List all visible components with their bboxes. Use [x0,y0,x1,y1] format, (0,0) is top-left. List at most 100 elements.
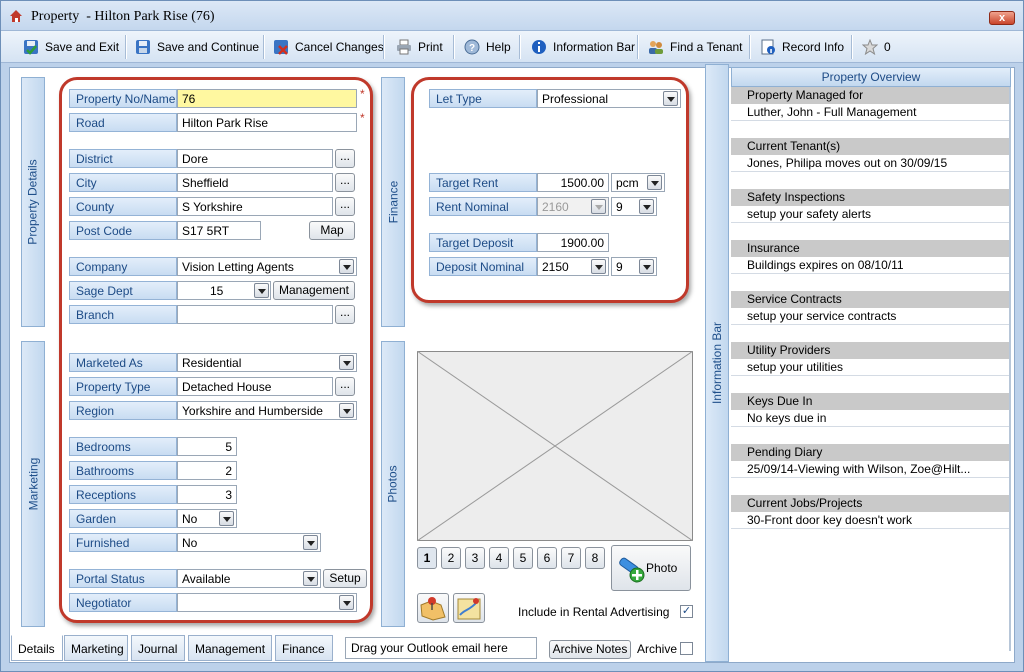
bedrooms-input[interactable]: 5 [177,437,237,456]
marketed-as-select[interactable]: Residential [177,353,357,372]
branch-lookup-button[interactable]: ... [335,305,355,324]
postcode-input[interactable]: S17 5RT [177,221,261,240]
furnished-select[interactable]: No [177,533,321,552]
deposit-nominal-dropdown-icon[interactable] [591,259,606,274]
favourite-button[interactable]: 0 [862,36,891,58]
outlook-drop-zone[interactable]: Drag your Outlook email here [345,637,537,659]
property-no-input[interactable]: 76 [177,89,357,108]
rental-advertising-checkbox[interactable]: ✓ [680,605,693,618]
tab-management[interactable]: Management [188,635,272,661]
photo-page-button[interactable]: 1 [417,547,437,569]
window-title: Property - Hilton Park Rise (76) [31,9,215,25]
map-pin-icon [420,597,446,621]
let-type-dropdown-icon[interactable] [663,91,678,106]
tab-finance-side[interactable]: Finance [381,77,405,327]
photo-page-button[interactable]: 6 [537,547,557,569]
city-label: City [69,173,177,192]
garden-dropdown-icon[interactable] [219,511,234,526]
branch-label: Branch [69,305,177,324]
road-input[interactable]: Hilton Park Rise [177,113,357,132]
city-input[interactable]: Sheffield [177,173,333,192]
map-location-button[interactable] [417,593,449,623]
save-and-exit-button[interactable]: Save and Exit [23,36,119,58]
record-info-button[interactable]: Record Info [760,36,844,58]
archive-checkbox[interactable] [680,642,693,655]
archive-notes-button[interactable]: Archive Notes [549,640,631,659]
cancel-changes-button[interactable]: Cancel Changes [273,36,384,58]
help-button[interactable]: ? Help [464,36,511,58]
close-button[interactable]: x [989,11,1015,25]
target-rent-input[interactable]: 1500.00 [537,173,609,192]
overview-scrollbar[interactable] [1009,87,1011,651]
overview-section-value[interactable]: Buildings expires on 08/10/11 [731,257,1011,274]
tab-information-bar[interactable]: Information Bar [705,64,729,662]
add-photo-icon [619,557,645,583]
rent-nominal-sub-dropdown-icon[interactable] [639,199,654,214]
photo-page-button[interactable]: 5 [513,547,533,569]
negotiator-select[interactable] [177,593,357,612]
company-select[interactable]: Vision Letting Agents [177,257,357,276]
overview-section-value[interactable]: 25/09/14-Viewing with Wilson, Zoe@Hilt..… [731,461,1011,478]
portal-status-select[interactable]: Available [177,569,321,588]
furnished-dropdown-icon[interactable] [303,535,318,550]
save-check-icon [24,40,38,55]
photo-page-button[interactable]: 7 [561,547,581,569]
add-photo-button[interactable]: Photo [611,545,691,591]
tab-details[interactable]: Details [11,635,63,661]
tab-marketing[interactable]: Marketing [64,635,128,661]
overview-section-value[interactable]: setup your utilities [731,359,1011,376]
help-icon: ? [464,39,480,55]
find-a-tenant-button[interactable]: Find a Tenant [648,36,743,58]
map-route-button[interactable] [453,593,485,623]
save-and-continue-button[interactable]: Save and Continue [135,36,259,58]
branch-input[interactable] [177,305,333,324]
deposit-nominal-sub-dropdown-icon[interactable] [639,259,654,274]
county-input[interactable]: S Yorkshire [177,197,333,216]
save-and-continue-label: Save and Continue [157,40,260,54]
photo-page-button[interactable]: 4 [489,547,509,569]
overview-section-value[interactable]: Luther, John - Full Management [731,104,1011,121]
region-dropdown-icon[interactable] [339,403,354,418]
district-lookup-button[interactable]: ... [335,149,355,168]
portal-status-dropdown-icon[interactable] [303,571,318,586]
negotiator-dropdown-icon[interactable] [339,595,354,610]
photo-page-button[interactable]: 8 [585,547,605,569]
let-type-select[interactable]: Professional [537,89,681,108]
overview-section-value[interactable]: Jones, Philipa moves out on 30/09/15 [731,155,1011,172]
people-icon [649,41,663,54]
overview-section-value[interactable]: No keys due in [731,410,1011,427]
tab-journal[interactable]: Journal [131,635,185,661]
information-bar-button[interactable]: Information Bar [531,36,635,58]
overview-section-value[interactable]: setup your safety alerts [731,206,1011,223]
target-deposit-input[interactable]: 1900.00 [537,233,609,252]
photo-page-button[interactable]: 3 [465,547,485,569]
setup-button[interactable]: Setup [323,569,367,588]
information-bar-label: Information Bar [553,40,636,54]
management-button[interactable]: Management [273,281,355,300]
tab-marketing-side[interactable]: Marketing [21,341,45,627]
record-title: - Hilton Park Rise (76) [86,9,215,24]
region-select[interactable]: Yorkshire and Humberside [177,401,357,420]
target-rent-label: Target Rent [429,173,537,192]
tab-photos-side[interactable]: Photos [381,341,405,627]
county-lookup-button[interactable]: ... [335,197,355,216]
bathrooms-input[interactable]: 2 [177,461,237,480]
rent-period-dropdown-icon[interactable] [647,175,662,190]
overview-section-value[interactable]: 30-Front door key doesn't work [731,512,1011,529]
marketed-as-dropdown-icon[interactable] [339,355,354,370]
photo-placeholder[interactable] [417,351,693,541]
photo-page-button[interactable]: 2 [441,547,461,569]
city-lookup-button[interactable]: ... [335,173,355,192]
overview-section-value[interactable]: setup your service contracts [731,308,1011,325]
district-input[interactable]: Dore [177,149,333,168]
tab-property-details[interactable]: Property Details [21,77,45,327]
sage-dept-dropdown-icon[interactable] [254,283,269,298]
tab-information-bar-label: Information Bar [710,321,725,405]
company-dropdown-icon[interactable] [339,259,354,274]
map-button[interactable]: Map [309,221,355,240]
tab-finance[interactable]: Finance [275,635,333,661]
property-type-input[interactable]: Detached House [177,377,333,396]
property-type-lookup-button[interactable]: ... [335,377,355,396]
print-button[interactable]: Print [396,36,443,58]
receptions-input[interactable]: 3 [177,485,237,504]
